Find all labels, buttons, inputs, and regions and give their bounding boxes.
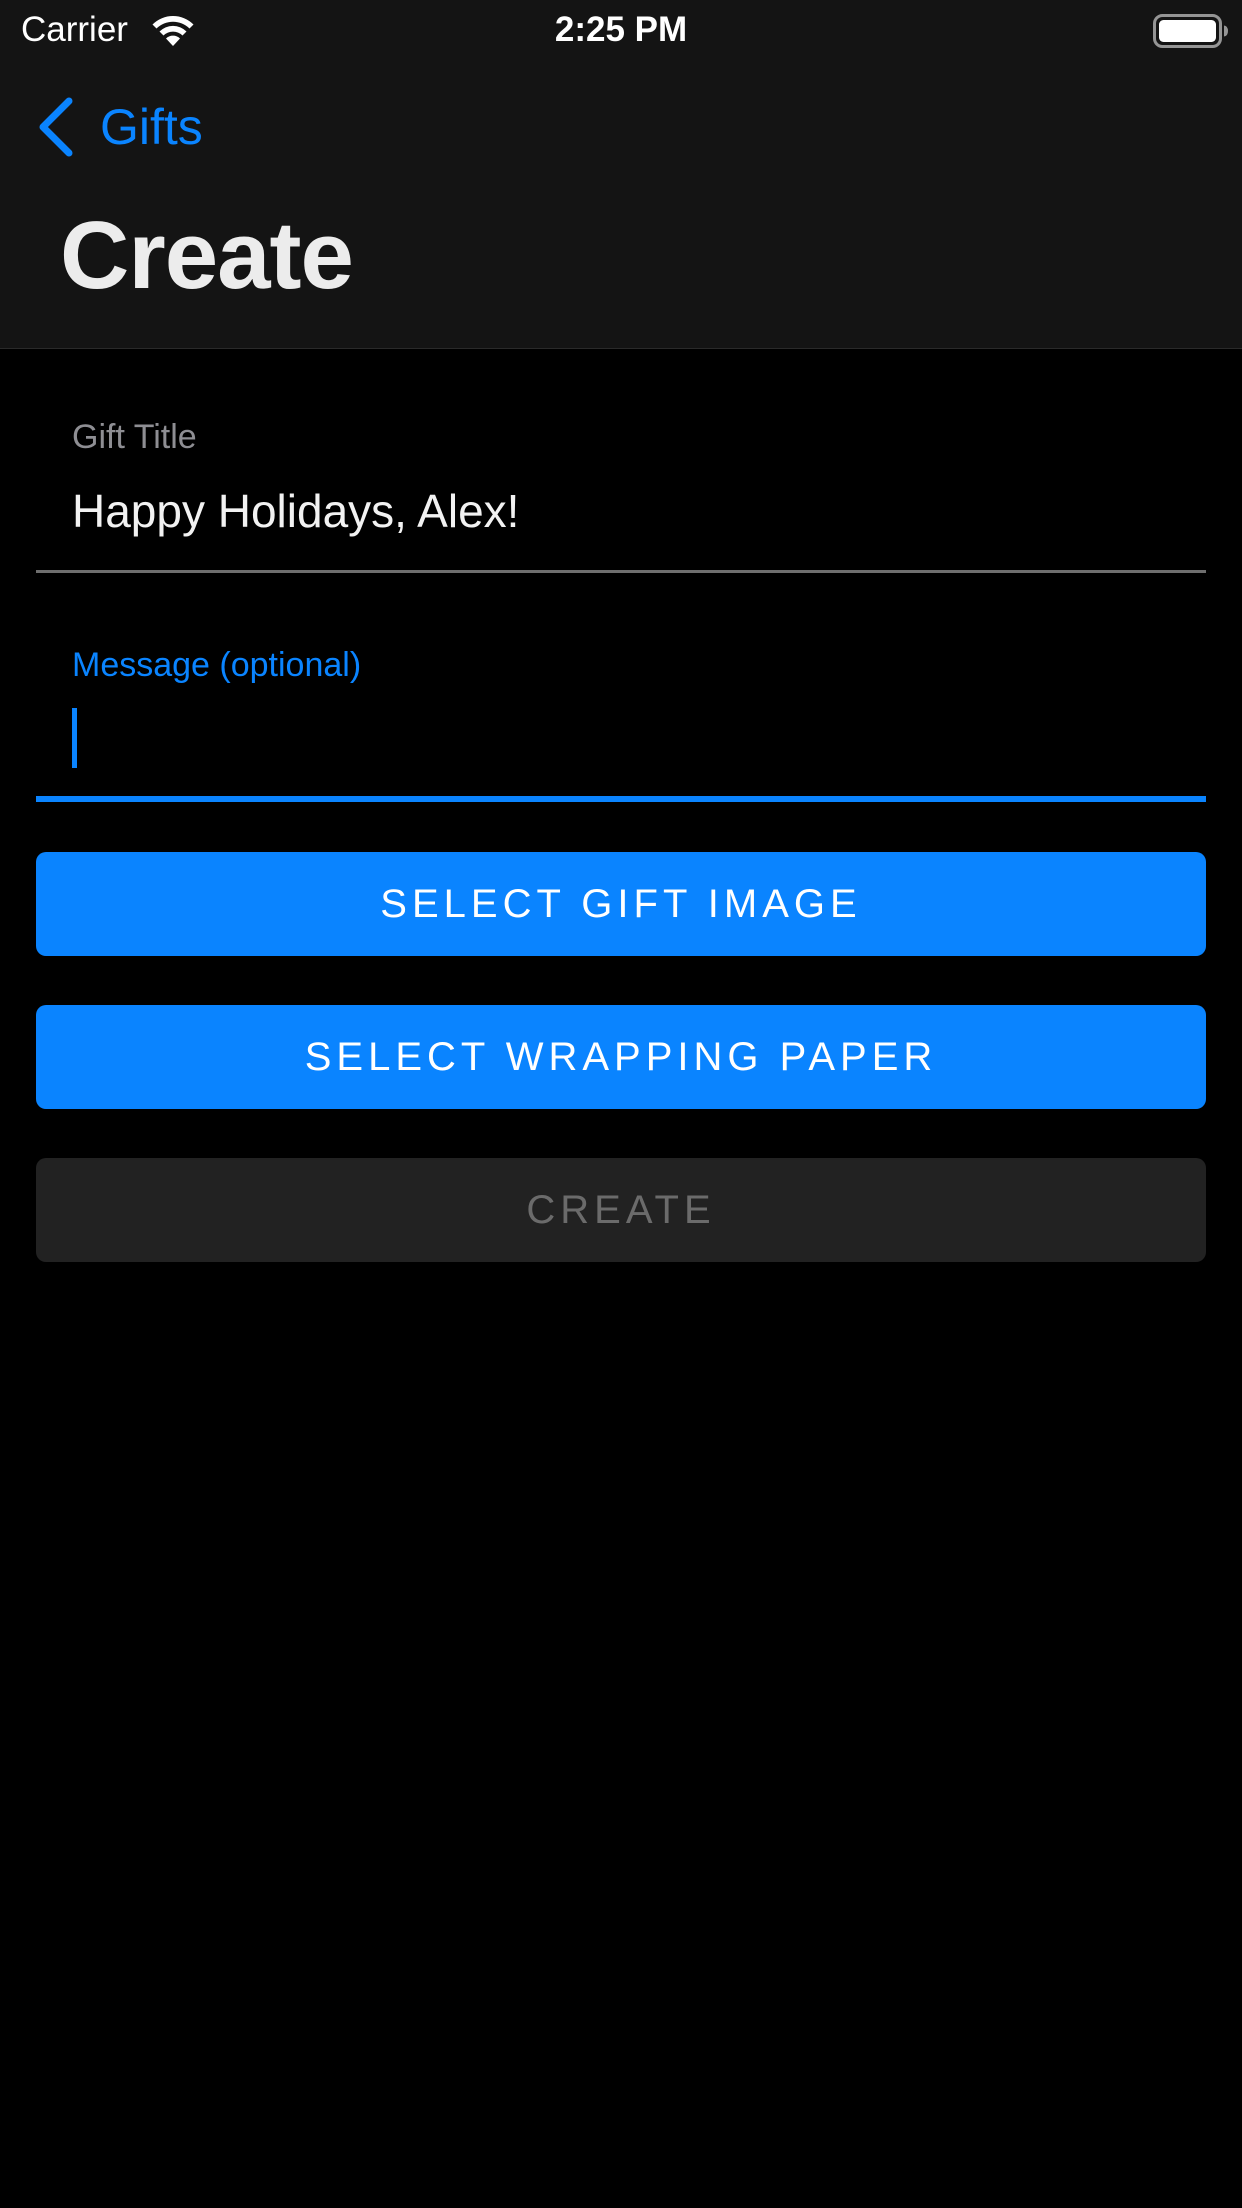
back-button-label: Gifts (100, 99, 203, 155)
create-button[interactable]: CREATE (36, 1158, 1206, 1262)
chevron-left-icon (39, 97, 73, 157)
battery-icon (1153, 14, 1228, 48)
gift-title-underline (36, 570, 1206, 573)
navigation-header: Carrier 2:25 PM Gifts Create (0, 0, 1242, 349)
select-gift-image-button[interactable]: SELECT GIFT IMAGE (36, 852, 1206, 956)
select-wrapping-paper-button[interactable]: SELECT WRAPPING PAPER (36, 1005, 1206, 1109)
gift-title-field[interactable]: Gift Title Happy Holidays, Alex! (36, 408, 1206, 576)
gift-title-label: Gift Title (72, 418, 197, 456)
gift-title-input[interactable]: Happy Holidays, Alex! (72, 484, 519, 538)
page-title: Create (60, 202, 354, 309)
clock: 2:25 PM (554, 10, 688, 49)
back-button[interactable]: Gifts (36, 92, 203, 162)
text-cursor (72, 708, 77, 768)
message-underline (36, 796, 1206, 802)
status-bar: Carrier 2:25 PM (0, 0, 1242, 62)
message-label: Message (optional) (72, 646, 362, 684)
message-field[interactable]: Message (optional) (36, 636, 1206, 806)
